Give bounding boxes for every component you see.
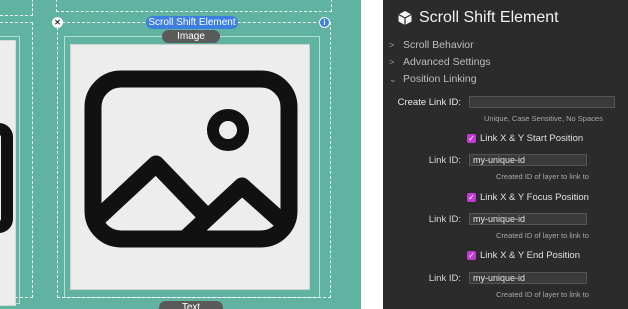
link-start-checkbox-row[interactable]: ✓ Link X & Y Start Position <box>467 133 583 144</box>
link-end-label: Link X & Y End Position <box>480 250 580 261</box>
close-icon[interactable]: ✕ <box>52 17 63 28</box>
divider <box>361 0 383 309</box>
panel-title: Scroll Shift Element <box>419 9 559 26</box>
link-focus-checkbox-row[interactable]: ✓ Link X & Y Focus Position <box>467 192 589 203</box>
text-layer-tag[interactable]: Text <box>159 301 223 309</box>
image-icon-partial <box>0 123 13 233</box>
focus-link-id-hint: Created ID of layer to link to <box>496 231 589 240</box>
link-end-checkbox-row[interactable]: ✓ Link X & Y End Position <box>467 250 580 261</box>
link-focus-label: Link X & Y Focus Position <box>480 192 589 203</box>
start-link-id-input[interactable]: my-unique-id <box>469 154 587 166</box>
create-link-id-input[interactable] <box>469 96 615 108</box>
end-link-id-input[interactable]: my-unique-id <box>469 272 587 284</box>
section-scroll-behavior[interactable]: > Scroll Behavior <box>389 39 474 51</box>
info-icon[interactable]: i <box>319 17 330 28</box>
inspector-panel: Scroll Shift Element > Scroll Behavior >… <box>383 0 628 309</box>
section-advanced-settings[interactable]: > Advanced Settings <box>389 56 491 68</box>
panel-header: Scroll Shift Element <box>397 8 559 28</box>
create-link-id-hint: Unique, Case Sensitive, No Spaces <box>484 114 603 123</box>
selected-element-tag[interactable]: Scroll Shift Element <box>146 16 238 29</box>
end-link-id-hint: Created ID of layer to link to <box>496 290 589 299</box>
link-focus-checkbox[interactable]: ✓ <box>467 193 476 202</box>
chevron-right-icon: > <box>389 40 395 50</box>
image-layer-tag[interactable]: Image <box>162 30 220 43</box>
section-position-linking[interactable]: ⌄ Position Linking <box>389 73 477 85</box>
chevron-right-icon: > <box>389 57 395 67</box>
cube-icon <box>398 11 412 25</box>
focus-link-id-label: Link ID: <box>428 214 461 225</box>
section-label: Scroll Behavior <box>403 39 474 51</box>
create-link-id-label: Create Link ID: <box>397 97 461 108</box>
selected-element-outline-top <box>56 0 332 12</box>
link-end-checkbox[interactable]: ✓ <box>467 251 476 260</box>
chevron-down-icon: ⌄ <box>389 73 397 84</box>
focus-link-id-input[interactable]: my-unique-id <box>469 213 587 225</box>
neighbor-element-outline-top <box>0 0 33 16</box>
start-link-id-label: Link ID: <box>428 155 461 166</box>
design-canvas[interactable]: ✕ Scroll Shift Element i Image Text <box>0 0 361 309</box>
neighbor-image-placeholder[interactable] <box>0 40 16 306</box>
link-start-label: Link X & Y Start Position <box>480 133 584 144</box>
start-link-id-hint: Created ID of layer to link to <box>496 172 589 181</box>
section-label: Position Linking <box>403 73 477 85</box>
image-placeholder-icon <box>84 70 298 248</box>
end-link-id-label: Link ID: <box>428 273 461 284</box>
section-label: Advanced Settings <box>403 56 491 68</box>
link-start-checkbox[interactable]: ✓ <box>467 134 476 143</box>
